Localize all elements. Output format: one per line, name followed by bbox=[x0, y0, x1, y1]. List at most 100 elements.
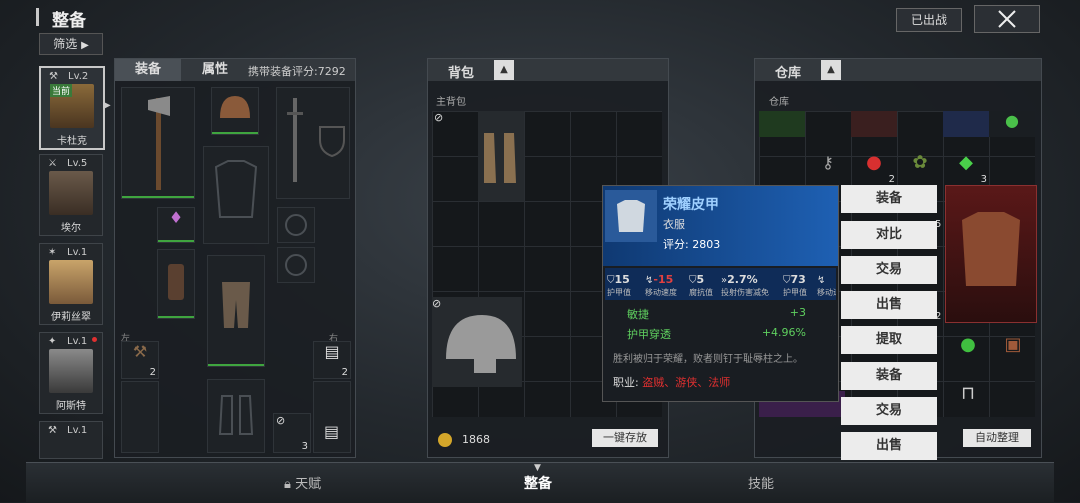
stat-value: -15 bbox=[653, 273, 674, 286]
green-gem-top-item[interactable]: ● bbox=[989, 111, 1035, 137]
tab-equip[interactable]: 装备 bbox=[115, 59, 181, 81]
flask-icon: ● bbox=[960, 334, 976, 355]
herb-item[interactable]: ✿ bbox=[897, 141, 943, 185]
hero-card-el[interactable]: ⚔ Lv.5 埃尔 bbox=[39, 154, 103, 236]
chevron-right-icon: ▶ bbox=[81, 40, 89, 51]
menu-trade-button[interactable]: 交易 bbox=[841, 256, 937, 284]
chest-slot[interactable] bbox=[203, 146, 269, 244]
chevron-right-icon: ▶ bbox=[103, 100, 111, 111]
ring-slot-1[interactable] bbox=[277, 207, 315, 243]
axe-icon: ⚒ bbox=[132, 342, 148, 361]
menu-sell-button-2[interactable]: 出售 bbox=[841, 432, 937, 460]
hero-name: 阿斯特 bbox=[56, 401, 86, 412]
gold-amount: 1868 bbox=[462, 433, 490, 446]
menu-trade-button-2[interactable]: 交易 bbox=[841, 397, 937, 425]
filter-label: 筛选 bbox=[53, 37, 78, 51]
prohibited-icon: ⊘ bbox=[434, 111, 444, 124]
pants-slot[interactable] bbox=[207, 255, 265, 367]
scroll-icon: ▤ bbox=[324, 422, 340, 441]
close-button[interactable] bbox=[974, 5, 1040, 33]
boots-icon bbox=[218, 395, 254, 435]
stat-projectile-reduction: »2.7% 投射伤害减免 bbox=[721, 268, 783, 298]
item-count: 3 bbox=[301, 441, 308, 452]
leather-armor-item[interactable] bbox=[945, 185, 1037, 323]
tooltip-flavor-text: 胜利被归于荣耀，败者则钉于耻辱柱之上。 bbox=[613, 354, 803, 365]
chest-armor-icon bbox=[617, 200, 645, 232]
page-title: 整备 bbox=[52, 11, 86, 31]
pants-icon bbox=[222, 282, 250, 328]
scroll-icon: ▤ bbox=[324, 342, 340, 361]
nav-prep[interactable]: 整备 bbox=[524, 473, 552, 493]
red-potion-item[interactable]: ● 2 bbox=[851, 141, 897, 185]
filter-button[interactable]: 筛选 ▶ bbox=[39, 33, 103, 55]
key-item[interactable]: ⚷ bbox=[805, 141, 851, 185]
nav-talent[interactable]: 🔒︎ 天赋 bbox=[284, 473, 321, 492]
hero-portrait bbox=[49, 260, 93, 304]
nav-skills[interactable]: 技能 bbox=[748, 473, 774, 492]
item-count: 2 bbox=[149, 367, 156, 378]
right-quick-slot[interactable]: ▤ 2 bbox=[313, 341, 351, 379]
backpack-collapse-button[interactable]: ▲ bbox=[494, 60, 514, 80]
menu-sell-button[interactable]: 出售 bbox=[841, 291, 937, 319]
warehouse-header: 仓库 ▲ bbox=[755, 59, 1041, 81]
helmet-item[interactable]: ⊘ bbox=[432, 297, 522, 387]
backpack-section-label: 主背包 bbox=[436, 97, 466, 108]
boots-item[interactable]: ⊘ bbox=[434, 111, 524, 201]
menu-equip-button-2[interactable]: 装备 bbox=[841, 362, 937, 390]
left-bag-slot[interactable] bbox=[121, 381, 159, 453]
gloves-slot[interactable] bbox=[157, 249, 195, 319]
hero-level: Lv.2 bbox=[68, 71, 89, 82]
bonus-name: 敏捷 bbox=[627, 308, 649, 321]
item-count: 2 bbox=[341, 367, 348, 378]
sword-icon bbox=[287, 98, 303, 182]
stat-label: 投射伤害减免 bbox=[721, 288, 769, 297]
cloth-pants-item[interactable]: ⊓ bbox=[945, 371, 991, 417]
weapon-slot-sword[interactable] bbox=[276, 87, 350, 199]
warehouse-collapse-button[interactable]: ▲ bbox=[821, 60, 841, 80]
stat-label: 移动速度 bbox=[645, 288, 677, 297]
tab-attributes[interactable]: 属性 bbox=[185, 59, 245, 81]
green-item[interactable] bbox=[759, 111, 805, 137]
stat-armor: ⛉15 护甲值 bbox=[607, 268, 645, 298]
left-quick-slot[interactable]: ⚒ 2 bbox=[121, 341, 159, 379]
boots-icon bbox=[484, 133, 516, 183]
right-bag-slot[interactable]: ▤ bbox=[313, 381, 351, 453]
deployed-button[interactable]: 已出战 bbox=[896, 8, 962, 32]
hero-card-5[interactable]: ⚒ Lv.1 bbox=[39, 421, 103, 459]
hero-card-elise[interactable]: ✶ Lv.1 伊莉丝翠 bbox=[39, 243, 103, 325]
staff-class-icon: ✦ bbox=[48, 336, 57, 347]
stat-label: 移动速度 bbox=[817, 288, 836, 297]
store-all-button[interactable]: 一键存放 bbox=[592, 429, 658, 447]
backpack-title: 背包 bbox=[448, 66, 475, 81]
red-item[interactable] bbox=[851, 111, 897, 137]
stat-value: 2.7% bbox=[727, 273, 758, 286]
hero-card-kaduk[interactable]: ⚒ Lv.2 当前 卡杜克 bbox=[39, 66, 105, 150]
weapon-slot-axe[interactable] bbox=[121, 87, 195, 199]
green-flask-item[interactable]: ● bbox=[945, 323, 991, 367]
class-list: 盗贼、游侠、法师 bbox=[642, 376, 731, 389]
boots-slot[interactable] bbox=[207, 379, 265, 453]
menu-extract-button[interactable]: 提取 bbox=[841, 326, 937, 354]
green-gem-item[interactable]: ◆ 3 bbox=[943, 141, 989, 185]
auto-sort-button[interactable]: 自动整理 bbox=[963, 429, 1031, 447]
stat-corrosion: ⛉5 腐抗值 bbox=[689, 268, 721, 298]
tooltip-item-icon bbox=[605, 190, 657, 242]
blue-item[interactable] bbox=[943, 111, 989, 137]
hero-card-aster[interactable]: ✦ Lv.1 阿斯特 bbox=[39, 332, 103, 414]
pants-icon: ⊓ bbox=[960, 383, 976, 404]
menu-equip-button[interactable]: 装备 bbox=[841, 185, 937, 213]
necklace-slot[interactable]: ♦ bbox=[157, 207, 195, 243]
hero-portrait bbox=[49, 349, 93, 393]
ring-icon bbox=[285, 214, 307, 236]
consumable-slot[interactable]: ⊘ 3 bbox=[273, 413, 311, 453]
box-item[interactable]: ▣ bbox=[991, 323, 1035, 367]
hero-name: 伊莉丝翠 bbox=[51, 312, 91, 323]
ring-slot-2[interactable] bbox=[277, 247, 315, 283]
chest-armor-icon bbox=[214, 160, 258, 218]
helmet-slot[interactable] bbox=[211, 87, 259, 135]
menu-compare-button[interactable]: 对比 bbox=[841, 221, 937, 249]
shield-icon: ⛉ bbox=[783, 275, 791, 286]
stat-move-speed-2: ↯ 移动速度 bbox=[817, 268, 836, 298]
shield-icon: ⛉ bbox=[607, 275, 615, 286]
bow-class-icon: ✶ bbox=[48, 247, 57, 258]
